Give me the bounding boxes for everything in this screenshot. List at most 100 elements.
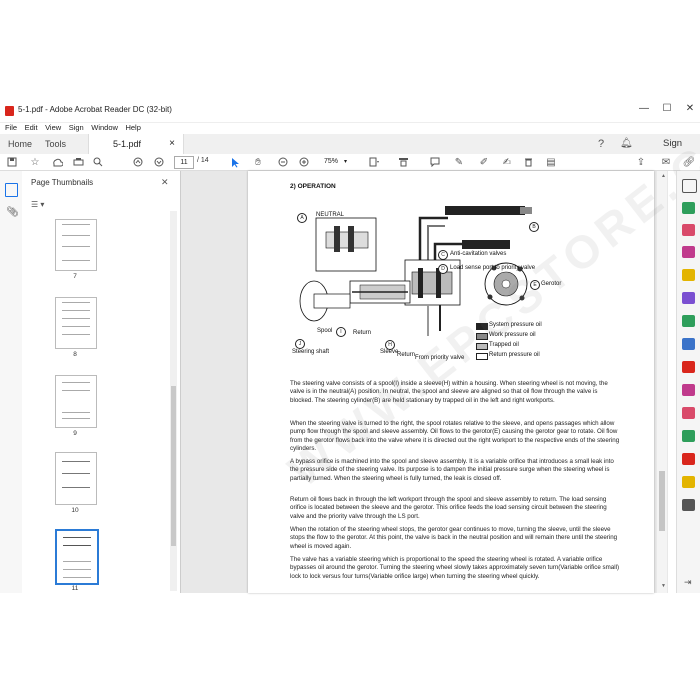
help-icon[interactable]: ?	[590, 134, 612, 154]
close-window-button[interactable]: ✕	[680, 103, 700, 114]
scrollbar-thumb[interactable]	[171, 386, 176, 546]
draw-icon[interactable]: ✐	[476, 154, 492, 170]
thumbnail-label: 7	[73, 273, 77, 280]
zoom-value: 75%	[324, 158, 339, 165]
menu-view[interactable]: View	[45, 123, 61, 132]
tab-close-icon[interactable]: ×	[169, 134, 175, 154]
thumbnail-label: 10	[71, 507, 79, 514]
document-scrollbar[interactable]: ▲ ▼	[657, 171, 667, 593]
minimize-button[interactable]: —	[634, 103, 654, 114]
title-bar: 5-1.pdf - Adobe Acrobat Reader DC (32-bi…	[0, 100, 700, 123]
collapse-panel-icon[interactable]: ⇥	[684, 577, 692, 588]
menu-edit[interactable]: Edit	[25, 123, 38, 132]
toolbar: ☆ 11 / 14 ✋︎ 75% ▾ ✎ ✐ ✍︎ ▤ ⇪ ✉︎ �	[0, 154, 700, 171]
menu-bar: File Edit View Sign Window Help	[0, 122, 700, 134]
protect-icon[interactable]	[682, 384, 695, 396]
save-icon[interactable]	[4, 154, 20, 170]
thumbnail-page-8[interactable]	[55, 297, 97, 349]
redact-icon[interactable]	[682, 407, 695, 419]
page-thumbnails-icon[interactable]	[5, 183, 18, 197]
menu-file[interactable]: File	[5, 123, 17, 132]
page-total: / 14	[197, 157, 209, 164]
thumbnail-page-7[interactable]	[55, 219, 97, 271]
request-signature-icon[interactable]	[682, 453, 695, 465]
paragraph: When the rotation of the steering wheel …	[290, 526, 618, 550]
convert-icon[interactable]: ▤	[543, 154, 559, 170]
tab-tools[interactable]: Tools	[37, 134, 74, 154]
window-title: 5-1.pdf - Adobe Acrobat Reader DC (32-bi…	[18, 105, 172, 114]
page-number-input[interactable]: 11	[174, 156, 194, 169]
right-tools-strip: ⇥	[676, 171, 700, 593]
neutral-label: NEUTRAL	[316, 212, 345, 218]
chevron-down-icon: ▾	[343, 159, 347, 165]
menu-help[interactable]: Help	[125, 123, 140, 132]
marker-a: A	[297, 213, 307, 223]
comment-tool-icon[interactable]	[682, 269, 695, 281]
panel-title: Page Thumbnails	[31, 178, 94, 187]
prepare-form-icon[interactable]	[682, 476, 695, 488]
tab-document-label: 5-1.pdf	[113, 139, 142, 149]
tab-document[interactable]: 5-1.pdf ×	[88, 134, 184, 154]
hand-tool-icon[interactable]: ✋︎	[250, 154, 266, 170]
thumbnail-page-9[interactable]	[55, 375, 97, 428]
maximize-button[interactable]: ☐	[657, 103, 677, 114]
thumbnail-page-10[interactable]	[55, 452, 97, 505]
compare-icon[interactable]	[682, 430, 695, 442]
menu-window[interactable]: Window	[91, 123, 118, 132]
more-tools-icon[interactable]	[682, 499, 695, 511]
menu-sign[interactable]: Sign	[69, 123, 84, 132]
anti-cavitation-label: Anti-cavitation valves	[450, 251, 507, 257]
create-pdf-icon[interactable]	[682, 224, 695, 236]
fit-page-icon[interactable]	[366, 154, 382, 170]
tab-bar: Home Tools 5-1.pdf × ? 🔔︎ Sign In	[0, 134, 700, 169]
zoom-out-icon[interactable]	[275, 154, 291, 170]
tab-home[interactable]: Home	[0, 134, 40, 154]
thumbnail-label: 11	[71, 585, 79, 592]
scroll-mode-icon[interactable]	[395, 154, 411, 170]
comment-icon[interactable]	[427, 154, 443, 170]
star-icon[interactable]: ☆	[27, 154, 43, 170]
scan-ocr-icon[interactable]	[682, 338, 695, 350]
next-page-icon[interactable]	[151, 154, 167, 170]
bell-icon[interactable]: 🔔︎	[612, 134, 641, 154]
paragraph: Return oil flows back in through the lef…	[290, 496, 607, 520]
zoom-select[interactable]: 75% ▾	[318, 156, 356, 167]
spool-label: Spool	[317, 328, 333, 334]
thumbnails-panel: Page Thumbnails ✕ ☰ ▾	[22, 171, 181, 593]
paragraph: The valve has a variable steering which …	[290, 556, 620, 580]
sleeve-label: Sleeve	[380, 349, 399, 355]
marker-j: J	[295, 339, 305, 349]
zoom-in-icon[interactable]	[296, 154, 312, 170]
scroll-down-icon[interactable]: ▼	[661, 583, 666, 589]
thumbnail-page-11[interactable]	[55, 529, 99, 585]
marker-i: I	[336, 327, 346, 337]
upload-icon[interactable]	[49, 154, 65, 170]
left-tool-strip: 📎︎	[0, 171, 23, 593]
highlight-pen-icon[interactable]: ✎	[451, 154, 467, 170]
attachment-icon[interactable]: 📎︎	[6, 207, 19, 218]
edit-pdf-icon[interactable]	[682, 246, 695, 258]
delete-icon[interactable]	[520, 154, 536, 170]
panel-scrollbar[interactable]	[170, 211, 177, 591]
thumbnail-label: 8	[73, 351, 77, 358]
options-menu-icon[interactable]: ☰ ▾	[31, 200, 44, 209]
marker-d: D	[438, 264, 448, 274]
pdf-file-icon	[5, 106, 14, 116]
steering-shaft-label: Steering shaft	[292, 349, 330, 355]
print-icon[interactable]	[70, 154, 86, 170]
select-cursor-icon[interactable]	[227, 154, 243, 170]
search-icon[interactable]	[90, 154, 106, 170]
marker-b: B	[529, 222, 539, 232]
fill-sign-icon[interactable]	[682, 361, 695, 373]
previous-page-icon[interactable]	[130, 154, 146, 170]
combine-files-icon[interactable]	[682, 292, 695, 304]
panel-close-icon[interactable]: ✕	[161, 177, 169, 188]
thumbnail-label: 9	[73, 430, 77, 437]
sign-icon[interactable]: ✍︎	[499, 154, 515, 170]
marker-c: C	[438, 250, 448, 260]
organize-pages-icon[interactable]	[682, 315, 695, 327]
document-scrollbar-thumb[interactable]	[659, 471, 665, 531]
export-pdf-icon[interactable]	[682, 202, 695, 214]
return-label: Return	[353, 330, 372, 336]
search-tool-icon[interactable]	[682, 179, 697, 193]
